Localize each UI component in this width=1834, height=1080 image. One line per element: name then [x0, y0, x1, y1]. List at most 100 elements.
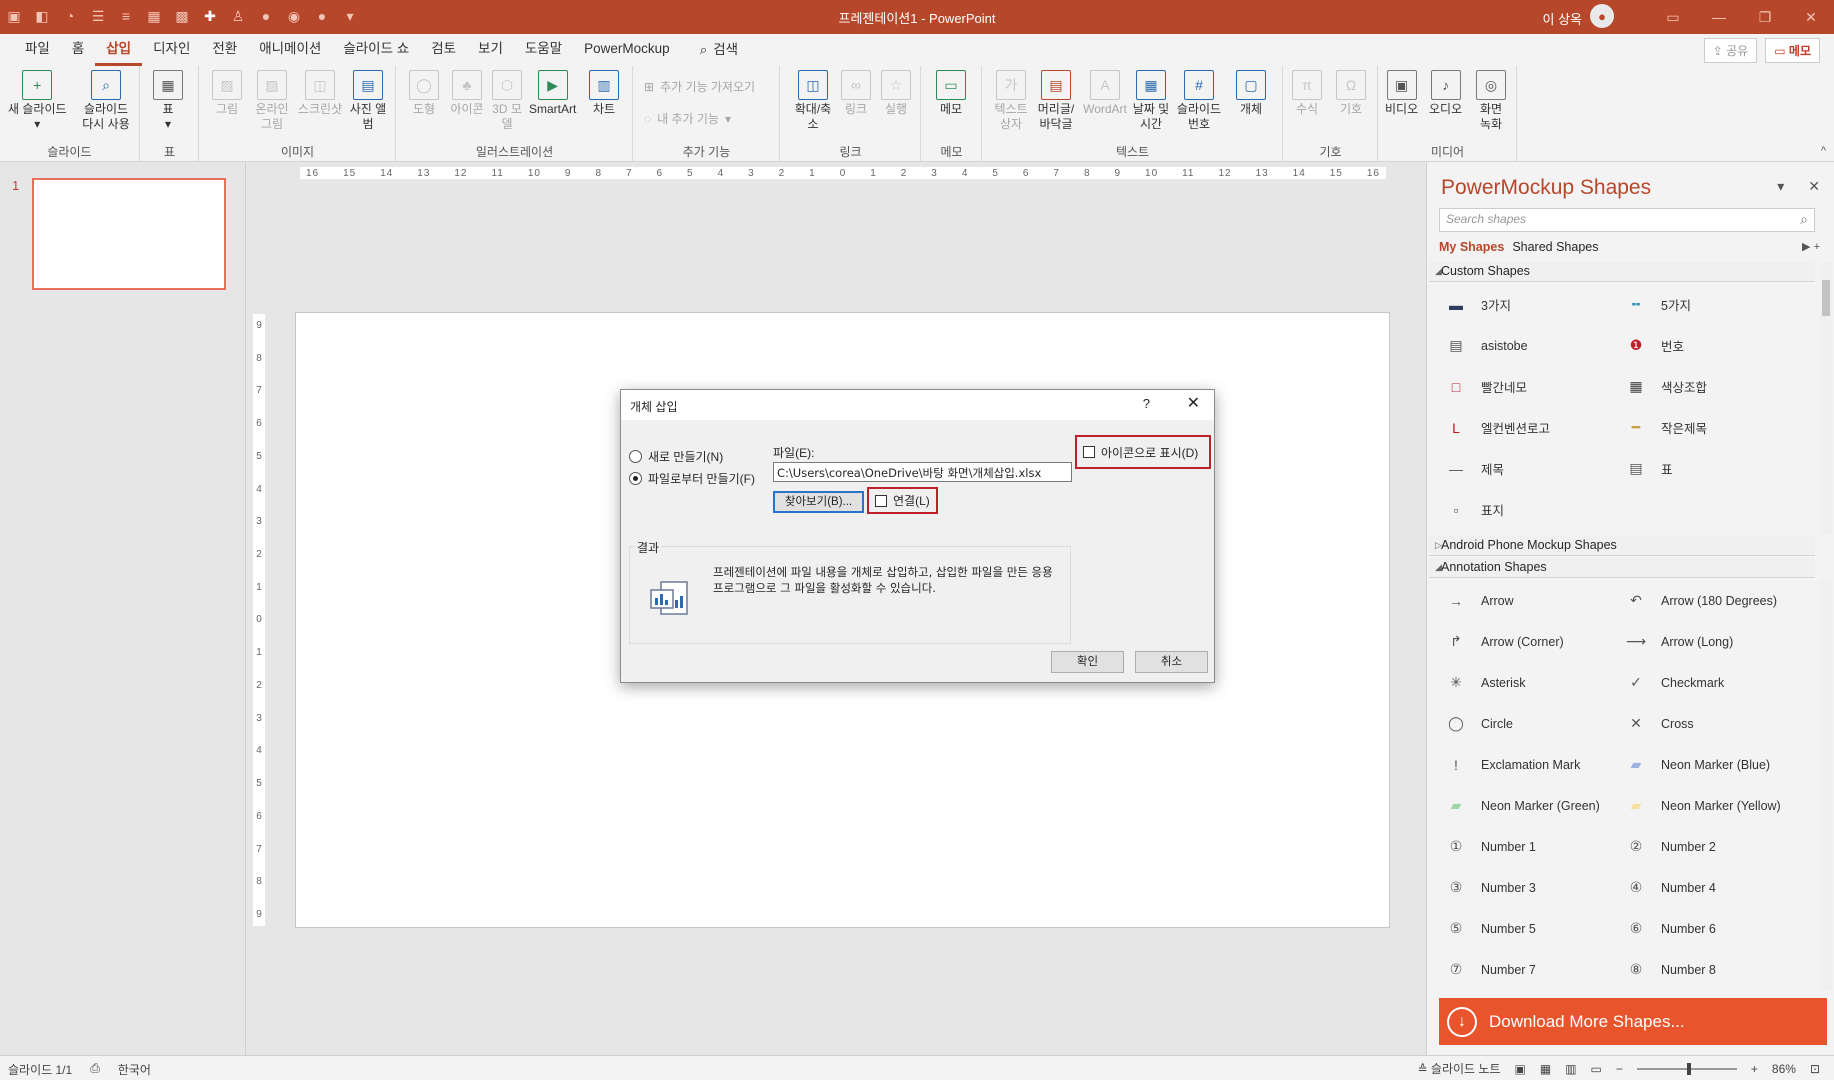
shape-item[interactable]: □ 빨간네모: [1429, 366, 1609, 407]
wordart-button[interactable]: A WordArt: [1083, 70, 1127, 117]
annotation-scrollbar[interactable]: [1820, 580, 1832, 990]
normal-view-icon[interactable]: ▣: [1515, 1062, 1526, 1076]
tab-review[interactable]: 검토: [420, 34, 467, 66]
textbox-button[interactable]: 가 텍스트 상자: [991, 70, 1031, 132]
audio-button[interactable]: ♪ 오디오: [1429, 70, 1462, 117]
shape-item[interactable]: ▬ 3가지: [1429, 284, 1609, 325]
ribbon-display-icon[interactable]: ▭: [1650, 0, 1696, 34]
shape-item[interactable]: ━ 작은제목: [1609, 407, 1789, 448]
checkbox[interactable]: [875, 494, 887, 507]
shape-item[interactable]: ⟶ Arrow (Long): [1609, 621, 1789, 662]
3d-models-button[interactable]: ⬡ 3D 모델: [489, 70, 525, 132]
shape-item[interactable]: ✕ Cross: [1609, 703, 1789, 744]
collapse-ribbon-icon[interactable]: ^: [1821, 145, 1826, 157]
slideshow-icon[interactable]: ▭: [1591, 1062, 1602, 1076]
picture-button[interactable]: ▨ 그림: [212, 70, 242, 117]
shape-item[interactable]: — 제목: [1429, 448, 1609, 489]
shape-item[interactable]: ② Number 2: [1609, 826, 1789, 867]
comments-button[interactable]: ▭ 메모: [1765, 38, 1820, 63]
tab-help[interactable]: 도움말: [514, 34, 573, 66]
shape-item[interactable]: ⑧ Number 8: [1609, 949, 1789, 990]
tab-transitions[interactable]: 전환: [201, 34, 248, 66]
shape-item[interactable]: ╍ 5가지: [1609, 284, 1789, 325]
section-android-shapes[interactable]: ▷ Android Phone Mockup Shapes: [1429, 536, 1815, 556]
fit-to-window-icon[interactable]: ⊡: [1810, 1062, 1820, 1076]
browse-button[interactable]: 찾아보기(B)...: [773, 491, 864, 513]
header-footer-button[interactable]: ▤ 머리글/바닥글: [1033, 70, 1079, 132]
comment-button[interactable]: ▭ 메모: [936, 70, 966, 117]
spellcheck-icon[interactable]: ⎙: [90, 1061, 100, 1078]
screen-recording-button[interactable]: ◎ 화면 녹화: [1473, 70, 1509, 132]
zoom-slider[interactable]: [1636, 1062, 1737, 1075]
screenshot-button[interactable]: ◫ 스크린샷: [296, 70, 344, 117]
section-annotation-shapes[interactable]: ◢ Annotation Shapes: [1429, 558, 1815, 578]
shape-item[interactable]: ! Exclamation Mark: [1429, 744, 1609, 785]
notes-button[interactable]: ≙ 슬라이드 노트: [1418, 1060, 1501, 1077]
shape-item[interactable]: ④ Number 4: [1609, 867, 1789, 908]
new-slide-button[interactable]: + 새 슬라이드 ▾: [8, 70, 67, 132]
tab-slideshow[interactable]: 슬라이드 쇼: [332, 34, 420, 66]
shape-item[interactable]: ⑦ Number 7: [1429, 949, 1609, 990]
shape-item[interactable]: ③ Number 3: [1429, 867, 1609, 908]
shape-item[interactable]: ⑤ Number 5: [1429, 908, 1609, 949]
online-picture-button[interactable]: ▨ 온라인 그림: [252, 70, 292, 132]
zoom-in-icon[interactable]: +: [1751, 1062, 1758, 1076]
shape-item[interactable]: → Arrow: [1429, 580, 1609, 621]
close-icon[interactable]: ✕: [1187, 393, 1200, 413]
help-icon[interactable]: ?: [1143, 396, 1150, 411]
reading-view-icon[interactable]: ▥: [1565, 1062, 1576, 1076]
create-from-file-radio[interactable]: 파일로부터 만들기(F): [629, 470, 755, 487]
shapes-button[interactable]: ◯ 도형: [409, 70, 439, 117]
shape-item[interactable]: ① Number 1: [1429, 826, 1609, 867]
photo-album-button[interactable]: ▤ 사진 앨범: [348, 70, 388, 132]
play-icon[interactable]: ▶: [1802, 241, 1810, 253]
zoom-out-icon[interactable]: −: [1616, 1062, 1623, 1076]
my-addins-button[interactable]: ◌ 내 추가 기능 ▾: [644, 110, 731, 127]
download-more-shapes-button[interactable]: ↓ Download More Shapes...: [1439, 998, 1827, 1045]
shape-item[interactable]: ▦ 색상조합: [1609, 366, 1789, 407]
tab-file[interactable]: 파일: [14, 34, 61, 66]
link-button[interactable]: ∞ 링크: [841, 70, 871, 117]
chart-button[interactable]: ▥ 차트: [589, 70, 619, 117]
tab-animations[interactable]: 애니메이션: [248, 34, 332, 66]
video-button[interactable]: ▣ 비디오: [1385, 70, 1418, 117]
link-checkbox[interactable]: 연결(L): [867, 487, 938, 514]
slide-sorter-icon[interactable]: ▦: [1540, 1062, 1551, 1076]
reuse-slides-button[interactable]: ⌕ 슬라이드 다시 사용: [78, 70, 134, 132]
tab-shared-shapes[interactable]: Shared Shapes: [1512, 240, 1598, 254]
symbol-button[interactable]: Ω 기호: [1336, 70, 1366, 117]
shape-item[interactable]: ↶ Arrow (180 Degrees): [1609, 580, 1789, 621]
tab-home[interactable]: 홈: [61, 34, 95, 66]
shape-item[interactable]: ▫ 표지: [1429, 489, 1609, 530]
shape-item[interactable]: ▰ Neon Marker (Green): [1429, 785, 1609, 826]
shape-item[interactable]: ▰ Neon Marker (Blue): [1609, 744, 1789, 785]
shape-item[interactable]: ✳ Asterisk: [1429, 662, 1609, 703]
object-button[interactable]: ▢ 개체: [1231, 70, 1271, 117]
shape-search-input[interactable]: Search shapes ⌕: [1439, 208, 1815, 232]
radio-button[interactable]: [629, 450, 642, 463]
smartart-button[interactable]: ▶ SmartArt: [529, 70, 576, 117]
user-account[interactable]: 이 상옥 ●: [1543, 4, 1614, 28]
get-addins-button[interactable]: ⊞ 추가 기능 가져오기: [644, 78, 755, 95]
tab-search[interactable]: ⌕ 검색: [689, 34, 749, 66]
language-indicator[interactable]: 한국어: [118, 1061, 151, 1078]
tab-insert[interactable]: 삽입: [95, 34, 143, 66]
file-path-input[interactable]: C:\Users\corea\OneDrive\바탕 화면\개체삽입.xlsx: [773, 462, 1072, 482]
shape-item[interactable]: ▤ 표: [1609, 448, 1789, 489]
action-button[interactable]: ☆ 실행: [881, 70, 911, 117]
search-icon[interactable]: ⌕: [1800, 211, 1808, 228]
shape-item[interactable]: ◯ Circle: [1429, 703, 1609, 744]
panel-options-icon[interactable]: ▾: [1777, 178, 1784, 195]
zoom-level[interactable]: 86%: [1772, 1062, 1796, 1076]
zoom-slider-knob[interactable]: [1686, 1062, 1691, 1075]
slide-number-button[interactable]: # 슬라이드 번호: [1175, 70, 1223, 132]
checkbox[interactable]: [1083, 446, 1095, 458]
shape-item[interactable]: ↱ Arrow (Corner): [1429, 621, 1609, 662]
share-button[interactable]: ⇪ 공유: [1703, 38, 1758, 63]
tab-my-shapes[interactable]: My Shapes: [1439, 240, 1504, 254]
custom-scrollbar[interactable]: [1820, 262, 1832, 534]
close-icon[interactable]: ✕: [1808, 178, 1820, 195]
create-new-radio[interactable]: 새로 만들기(N): [629, 448, 723, 465]
close-icon[interactable]: ✕: [1788, 0, 1834, 34]
maximize-icon[interactable]: ❐: [1742, 0, 1788, 34]
